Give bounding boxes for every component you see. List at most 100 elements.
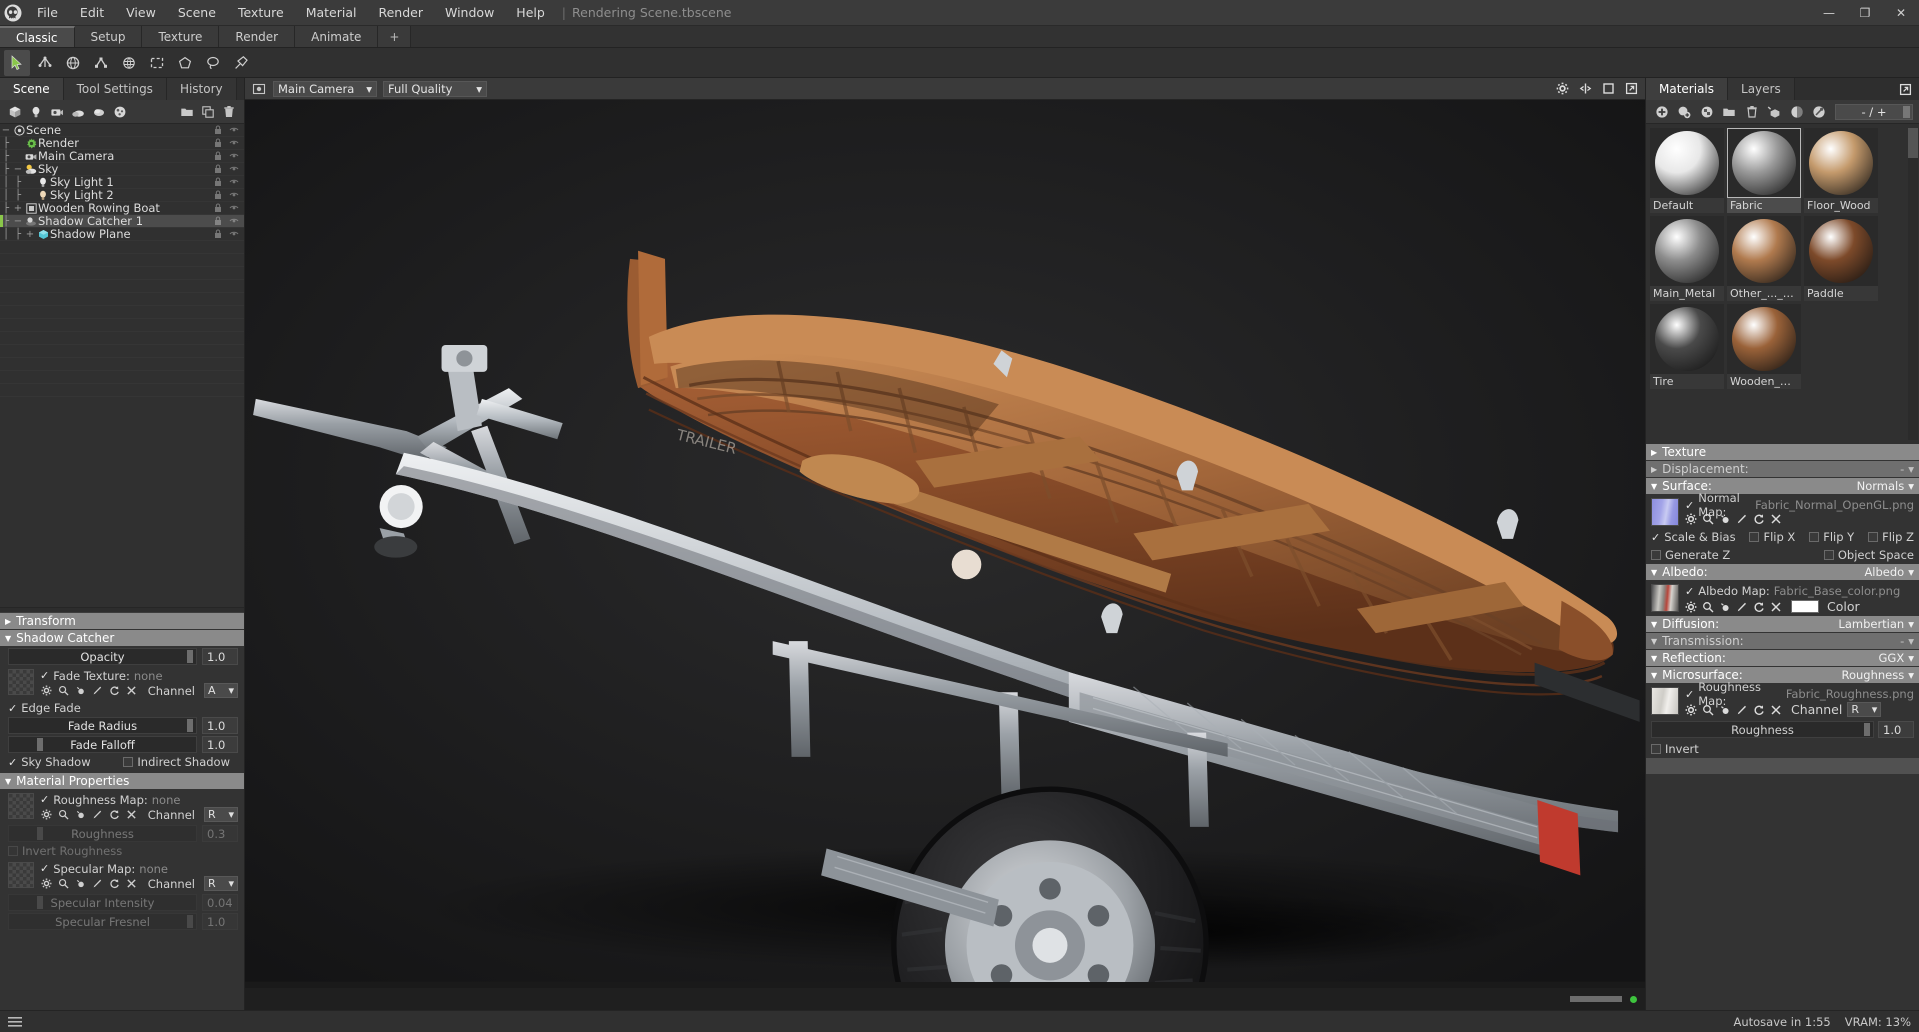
flip-x-cell[interactable]: Flip X <box>1749 530 1795 544</box>
opacity-slider[interactable]: Opacity <box>8 648 197 665</box>
lock-icon[interactable] <box>214 164 223 175</box>
visibility-icon[interactable] <box>229 164 239 175</box>
roughness-map-channel-dropdown[interactable]: R ▾ <box>204 807 238 822</box>
tree-expander-branch-end-icon[interactable] <box>24 189 36 202</box>
scale-bias-cell[interactable]: ✓ Scale & Bias <box>1651 530 1736 544</box>
roughness-map-checkbox-right[interactable]: ✓ <box>1685 689 1694 700</box>
section-reflection[interactable]: ▼ Reflection: GGX ▾ <box>1646 650 1919 666</box>
add-sky-button[interactable] <box>69 102 87 122</box>
material-thumbnail[interactable] <box>1804 216 1878 286</box>
tree-item-render[interactable]: ├ Render <box>0 136 244 150</box>
material-thumbnail[interactable] <box>1650 304 1724 374</box>
fade-falloff-value[interactable]: 1.0 <box>202 736 238 753</box>
texture-search-icon[interactable] <box>57 878 69 890</box>
fade-falloff-slider-knob[interactable] <box>37 738 43 751</box>
texture-edit-icon[interactable] <box>91 685 103 697</box>
section-diffusion[interactable]: ▼ Diffusion: Lambertian ▾ <box>1646 616 1919 632</box>
texture-reload-icon[interactable] <box>1753 704 1765 716</box>
roughness-map-thumbnail-right[interactable] <box>1651 687 1679 715</box>
fade-texture-thumbnail[interactable] <box>8 669 34 695</box>
specular-fresnel-value[interactable]: 1.0 <box>202 913 238 930</box>
diffusion-value-dropdown[interactable]: Lambertian ▾ <box>1838 617 1914 631</box>
menu-item-render[interactable]: Render <box>367 0 434 26</box>
material-cell-floor-wood[interactable]: Floor_Wood <box>1804 128 1878 213</box>
split-view-icon[interactable] <box>1577 81 1593 97</box>
flip-z-checkbox[interactable] <box>1868 532 1879 542</box>
texture-edit-icon[interactable] <box>91 878 103 890</box>
edge-fade-checkbox[interactable]: ✓ <box>8 703 17 714</box>
edge-fade-row[interactable]: ✓ Edge Fade <box>0 700 244 716</box>
texture-reload-icon[interactable] <box>108 878 120 890</box>
texture-settings-gear-icon[interactable] <box>1685 601 1697 613</box>
microsurface-value-dropdown[interactable]: Roughness ▾ <box>1841 668 1914 682</box>
object-space-checkbox[interactable] <box>1823 550 1834 560</box>
visibility-icon[interactable] <box>229 151 239 162</box>
displacement-value-dropdown[interactable]: - ▾ <box>1900 462 1914 476</box>
roughness-value-right[interactable]: 1.0 <box>1878 721 1914 738</box>
lasso-select-tool-button[interactable] <box>200 50 226 76</box>
texture-clear-icon[interactable] <box>125 809 137 821</box>
roughness-slider-knob-right[interactable] <box>1864 723 1870 736</box>
texture-settings-gear-icon[interactable] <box>1685 704 1697 716</box>
tab-history[interactable]: History <box>166 78 237 100</box>
assign-material-button[interactable] <box>1765 102 1785 122</box>
lock-icon[interactable] <box>214 151 223 162</box>
material-pick-button[interactable] <box>1810 102 1830 122</box>
material-cell-fabric[interactable]: Fabric <box>1727 128 1801 213</box>
square-icon[interactable] <box>1600 81 1616 97</box>
lock-icon[interactable] <box>214 190 223 201</box>
fade-texture-channel-dropdown[interactable]: A ▾ <box>204 683 238 698</box>
albedo-color-swatch[interactable] <box>1791 600 1819 613</box>
material-cell-tire[interactable]: Tire <box>1650 304 1724 389</box>
tab-texture[interactable]: Texture <box>142 26 220 47</box>
tree-item-scene[interactable]: − Scene <box>0 124 244 137</box>
menu-lines-icon[interactable] <box>8 1016 22 1027</box>
texture-edit-icon[interactable] <box>1736 704 1748 716</box>
texture-settings-gear-icon[interactable] <box>40 809 52 821</box>
lock-icon[interactable] <box>214 125 223 136</box>
texture-clear-icon[interactable] <box>1770 601 1782 613</box>
texture-pick-icon[interactable] <box>74 685 86 697</box>
roughness-slider-right[interactable]: Roughness <box>1651 721 1874 738</box>
section-transmission[interactable]: ▼ Transmission: - ▾ <box>1646 633 1919 649</box>
section-transform[interactable]: ▶ Transform <box>0 613 244 629</box>
texture-reload-icon[interactable] <box>1753 513 1765 525</box>
roughness-slider[interactable]: Roughness <box>8 825 197 842</box>
albedo-value-dropdown[interactable]: Albedo ▾ <box>1864 565 1914 579</box>
texture-edit-icon[interactable] <box>91 809 103 821</box>
tree-item-sky-light-1[interactable]: │ ├ Sky Light 1 <box>0 175 244 189</box>
quality-select[interactable]: Full Quality ▾ <box>383 80 487 97</box>
visibility-icon[interactable] <box>229 203 239 214</box>
specular-map-checkbox[interactable]: ✓ <box>40 863 49 874</box>
albedo-map-thumbnail[interactable] <box>1651 584 1679 612</box>
scale-tool-button[interactable] <box>88 50 114 76</box>
viewport-3d-scene[interactable]: TRAILER <box>245 100 1645 988</box>
specular-fresnel-slider[interactable]: Specular Fresnel <box>8 913 197 930</box>
visibility-icon[interactable] <box>229 177 239 188</box>
indirect-shadow-checkbox[interactable] <box>123 757 134 767</box>
transmission-value-dropdown[interactable]: - ▾ <box>1900 634 1914 648</box>
texture-edit-icon[interactable] <box>1736 601 1748 613</box>
minimize-button[interactable]: — <box>1811 0 1847 26</box>
add-mesh-button[interactable] <box>6 102 24 122</box>
opacity-value[interactable]: 1.0 <box>202 648 238 665</box>
materials-popout-icon[interactable] <box>1897 81 1913 97</box>
close-button[interactable]: ✕ <box>1883 0 1919 26</box>
material-thumbnail[interactable] <box>1650 216 1724 286</box>
material-preview-button[interactable] <box>1787 102 1807 122</box>
tree-item-shadow-plane[interactable]: │ ├ + Shadow Plane <box>0 227 244 241</box>
tab-layers[interactable]: Layers <box>1728 78 1795 100</box>
add-material-button[interactable] <box>1652 102 1672 122</box>
specular-map-channel-dropdown[interactable]: R ▾ <box>204 876 238 891</box>
invert-row-right[interactable]: Invert <box>1646 740 1919 758</box>
specular-fresnel-slider-knob[interactable] <box>187 915 193 928</box>
normal-map-checkbox[interactable]: ✓ <box>1685 500 1694 511</box>
visibility-icon[interactable] <box>229 229 239 240</box>
texture-pick-icon[interactable] <box>1719 601 1731 613</box>
material-thumbnail[interactable] <box>1804 128 1878 198</box>
tree-expander-branch-icon[interactable] <box>12 150 24 163</box>
flip-y-checkbox[interactable] <box>1809 532 1820 542</box>
generate-z-checkbox[interactable] <box>1651 550 1661 560</box>
flip-y-cell[interactable]: Flip Y <box>1809 530 1854 544</box>
roughness-channel-dropdown[interactable]: R ▾ <box>1847 702 1882 717</box>
